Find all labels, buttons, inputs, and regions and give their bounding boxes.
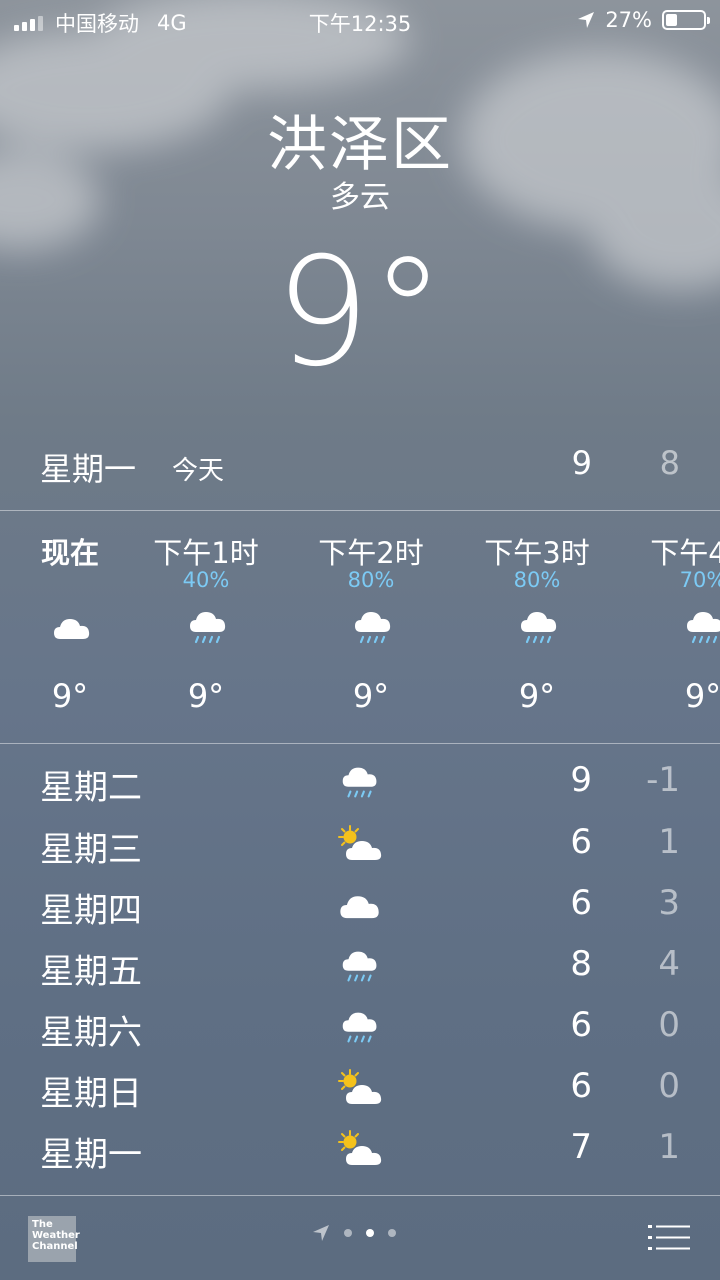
page-dot[interactable] <box>388 1229 396 1237</box>
daily-day: 星期三 <box>40 830 142 870</box>
hour-precip: 80% <box>347 568 395 592</box>
daily-high: 6 <box>570 822 592 862</box>
daily-row: 星期五 8 4 <box>0 936 720 996</box>
rain-cloud-icon <box>334 758 386 806</box>
hour-temp: 9° <box>51 677 89 715</box>
hour-temp: 9° <box>187 677 225 715</box>
daily-low: 0 <box>658 1066 680 1106</box>
cloud-icon <box>334 881 386 929</box>
partly-sunny-icon <box>334 820 386 868</box>
today-low: 8 <box>659 444 680 482</box>
hour-label: 下午1时 <box>153 536 259 570</box>
divider <box>0 743 720 744</box>
daily-high: 6 <box>570 1066 592 1106</box>
status-bar: 中国移动 4G 下午12:35 27% <box>0 0 720 40</box>
rain-cloud-icon <box>517 602 561 652</box>
daily-day: 星期日 <box>40 1074 142 1114</box>
hour-label: 下午3时 <box>484 536 590 570</box>
rain-cloud-icon <box>351 602 395 652</box>
hourly-forecast[interactable]: 现在 9° 下午1时 40% 9° 下午2时 80% 9° 下午3时 80% 9… <box>0 512 720 742</box>
bottom-toolbar: The Weather Channel <box>0 1196 720 1280</box>
location-arrow-icon <box>313 1225 329 1241</box>
daily-low: 3 <box>658 883 680 923</box>
rain-cloud-icon <box>186 602 230 652</box>
daily-day: 星期一 <box>40 1135 142 1175</box>
hour-label: 现在 <box>40 536 99 570</box>
hour-label: 下午4时 <box>650 536 720 570</box>
daily-high: 8 <box>570 944 592 984</box>
hour-temp: 9° <box>352 677 390 715</box>
partly-sunny-icon <box>334 1125 386 1173</box>
location-name: 洪泽区 <box>267 110 453 180</box>
daily-low: 0 <box>658 1005 680 1045</box>
daily-day: 星期四 <box>40 891 142 931</box>
daily-high: 9 <box>570 760 592 800</box>
daily-row: 星期六 6 0 <box>0 997 720 1057</box>
daily-row: 星期三 6 1 <box>0 814 720 874</box>
hour-temp: 9° <box>684 677 720 715</box>
page-dot-active[interactable] <box>366 1229 374 1237</box>
daily-high: 7 <box>570 1127 592 1167</box>
divider <box>0 510 720 511</box>
list-icon[interactable] <box>648 1224 690 1252</box>
hour-precip: 70% <box>679 568 720 592</box>
hour-label: 下午2时 <box>318 536 424 570</box>
today-day: 星期一 <box>40 450 137 488</box>
today-high: 9 <box>571 444 592 482</box>
daily-row: 星期一 7 1 <box>0 1119 720 1179</box>
rain-cloud-icon <box>334 1003 386 1051</box>
current-condition: 多云 <box>330 180 390 215</box>
today-summary: 星期一 今天 9 8 <box>0 438 720 494</box>
today-tag: 今天 <box>172 456 225 486</box>
weather-channel-logo[interactable]: The Weather Channel <box>28 1216 80 1262</box>
daily-day: 星期五 <box>40 952 142 992</box>
location-arrow-icon <box>578 12 595 28</box>
rain-cloud-icon <box>334 942 386 990</box>
partly-sunny-icon <box>334 1064 386 1112</box>
daily-day: 星期六 <box>40 1013 142 1053</box>
daily-low: 1 <box>658 822 680 862</box>
page-indicator[interactable] <box>312 1224 396 1242</box>
hour-precip: 40% <box>182 568 230 592</box>
hour-temp: 9° <box>518 677 556 715</box>
daily-low: 1 <box>658 1127 680 1167</box>
daily-low: 4 <box>658 944 680 984</box>
hour-precip: 80% <box>513 568 561 592</box>
daily-high: 6 <box>570 1005 592 1045</box>
battery-icon <box>662 10 710 30</box>
daily-row: 星期二 9 -1 <box>0 752 720 812</box>
daily-high: 6 <box>570 883 592 923</box>
daily-row: 星期四 6 3 <box>0 875 720 935</box>
daily-day: 星期二 <box>40 768 142 808</box>
daily-low: -1 <box>646 760 680 800</box>
page-dot[interactable] <box>344 1229 352 1237</box>
rain-cloud-icon <box>683 602 720 652</box>
daily-row: 星期日 6 0 <box>0 1058 720 1118</box>
cloud-icon <box>50 602 94 652</box>
battery-percent: 27% <box>605 8 652 32</box>
current-temperature: 9° <box>274 226 446 400</box>
